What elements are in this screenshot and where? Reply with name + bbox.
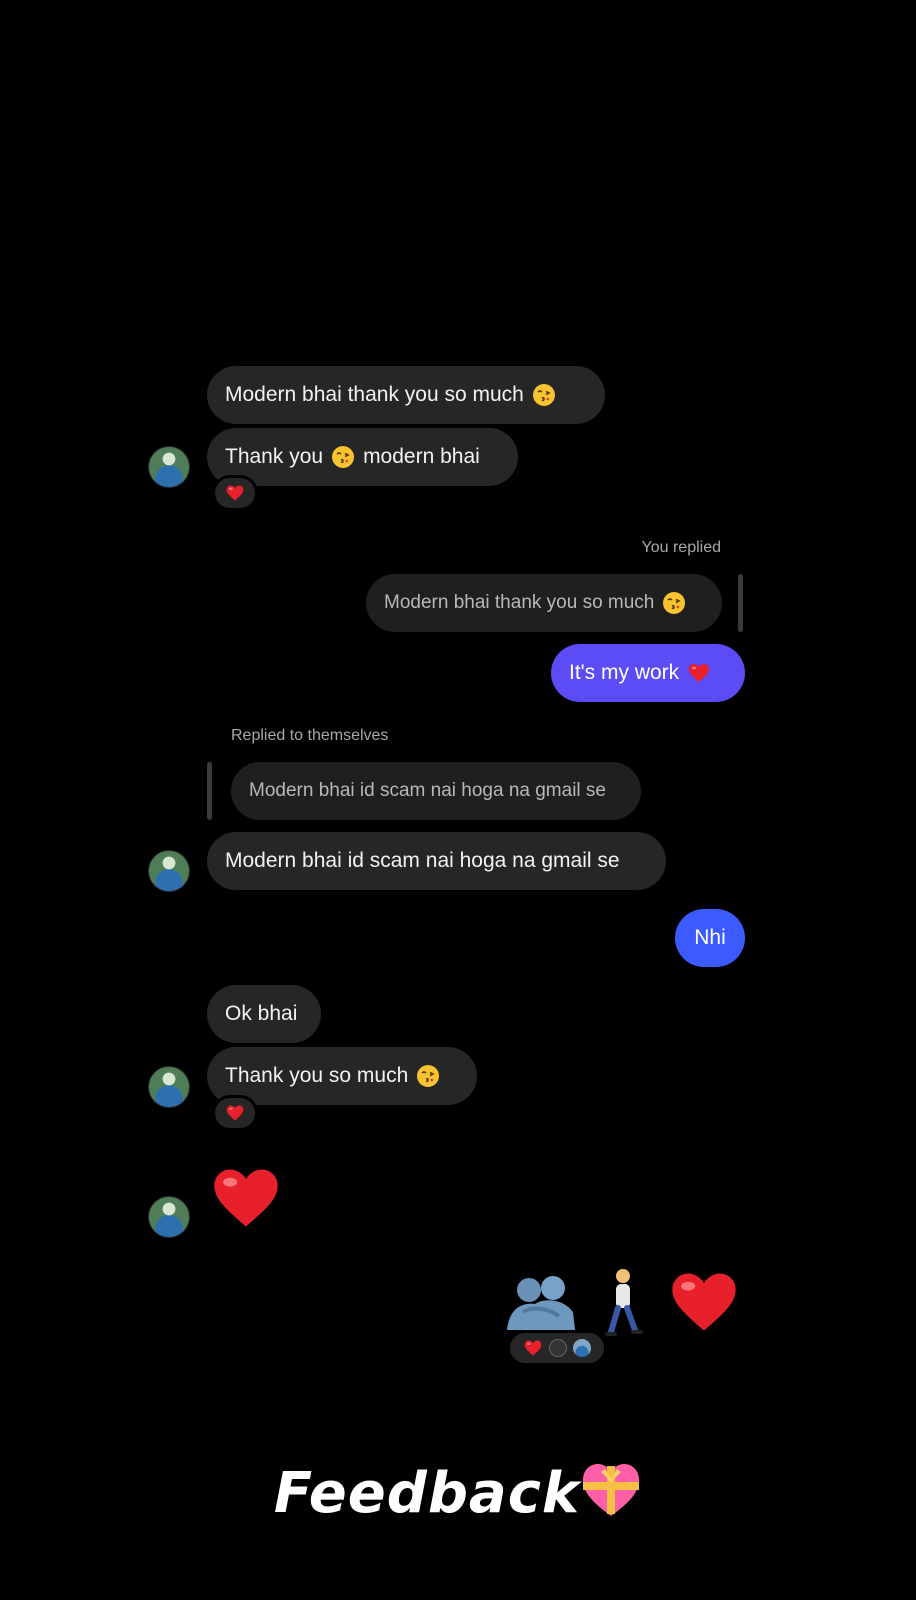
reaction-badge[interactable] <box>212 1095 258 1131</box>
hug-people-icon[interactable] <box>503 1272 579 1334</box>
kissing-face-icon <box>662 591 686 615</box>
avatar[interactable] <box>148 1066 190 1108</box>
message-text: Nhi <box>694 926 726 949</box>
caption-text: Feedback <box>273 1461 581 1526</box>
kissing-face-icon <box>331 445 355 469</box>
message-text: Thank you <box>225 445 324 468</box>
message-text: Modern bhai id scam nai hoga na gmail se <box>225 849 620 872</box>
quote-text: Modern bhai id scam nai hoga na gmail se <box>249 780 606 801</box>
quoted-message[interactable]: Modern bhai thank you so much <box>366 574 722 632</box>
reply-label: Replied to themselves <box>231 727 389 744</box>
large-red-heart-icon[interactable] <box>208 1160 284 1236</box>
quote-bar <box>738 574 743 632</box>
message-text: Thank you so much <box>225 1064 409 1087</box>
kissing-face-icon <box>532 383 556 407</box>
sent-message[interactable]: It's my work <box>551 644 745 702</box>
feedback-caption: Feedback <box>0 1460 916 1526</box>
large-red-heart-icon[interactable] <box>666 1264 742 1340</box>
red-heart-icon <box>523 1338 543 1358</box>
reaction-badge[interactable] <box>507 1330 607 1366</box>
avatar <box>549 1339 567 1357</box>
heart-ribbon-icon <box>583 1464 640 1516</box>
avatar[interactable] <box>148 446 190 488</box>
red-heart-icon <box>225 483 245 503</box>
avatar <box>573 1339 591 1357</box>
received-message[interactable]: Modern bhai thank you so much <box>207 366 605 424</box>
received-message[interactable]: Modern bhai id scam nai hoga na gmail se <box>207 832 666 890</box>
quoted-message[interactable]: Modern bhai id scam nai hoga na gmail se <box>231 762 641 820</box>
red-heart-icon <box>225 1103 245 1123</box>
red-heart-icon <box>687 661 711 685</box>
received-message[interactable]: Ok bhai <box>207 985 321 1043</box>
kissing-face-icon <box>416 1064 440 1088</box>
walking-person-icon[interactable] <box>601 1268 645 1340</box>
message-text: Ok bhai <box>225 1002 298 1025</box>
message-text: Modern bhai thank you so much <box>225 383 524 406</box>
message-text: modern bhai <box>363 445 480 468</box>
quote-text: Modern bhai thank you so much <box>384 592 655 613</box>
sent-message[interactable]: Nhi <box>675 909 745 967</box>
reply-label: You replied <box>641 539 721 556</box>
message-text: It's my work <box>569 661 680 684</box>
quote-bar <box>207 762 212 820</box>
avatar[interactable] <box>148 1196 190 1238</box>
reaction-badge[interactable] <box>212 475 258 511</box>
avatar[interactable] <box>148 850 190 892</box>
received-message[interactable]: Thank you modern bhai <box>207 428 518 486</box>
